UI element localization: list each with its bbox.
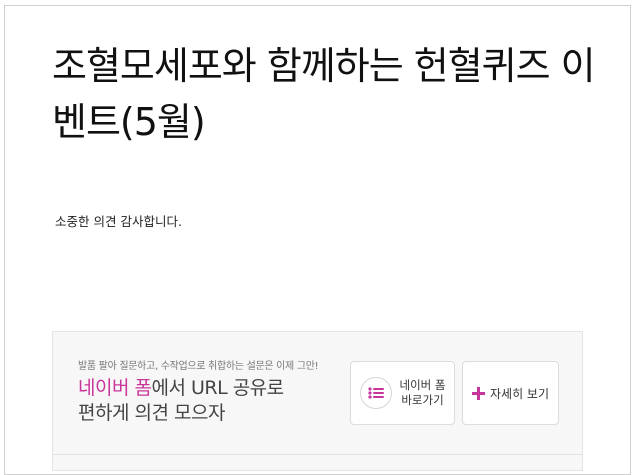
promo-headline-line2: 편하게 의견 모으자 <box>78 402 225 424</box>
naver-form-button-label: 네이버 폼 바로가기 <box>400 378 446 408</box>
form-list-icon <box>359 377 392 409</box>
naver-form-button-line1: 네이버 폼 <box>399 378 446 392</box>
promo-tagline: 발품 팔아 질문하고, 수작업으로 취합하는 설문은 이제 그만! <box>78 361 319 372</box>
view-details-label: 자세히 보기 <box>489 386 549 401</box>
page-title: 조혈모세포와 함께하는 헌혈퀴즈 이벤트(5월) <box>52 44 596 144</box>
plus-icon <box>471 386 485 400</box>
promo-brand-name: 네이버 폼 <box>78 377 152 399</box>
promo-divider <box>53 454 582 455</box>
view-details-button[interactable]: 자세히 보기 <box>462 361 559 425</box>
naver-form-promo-panel: 발품 팔아 질문하고, 수작업으로 취합하는 설문은 이제 그만! 네이버 폼에… <box>52 331 583 471</box>
promo-headline: 네이버 폼에서 URL 공유로 편하게 의견 모으자 <box>78 376 284 426</box>
naver-form-button-line2: 바로가기 <box>401 393 444 407</box>
naver-form-shortcut-button[interactable]: 네이버 폼 바로가기 <box>350 361 455 425</box>
promo-headline-line1: 에서 URL 공유로 <box>151 377 284 399</box>
thanks-message: 소중한 의견 감사합니다. <box>55 214 182 229</box>
